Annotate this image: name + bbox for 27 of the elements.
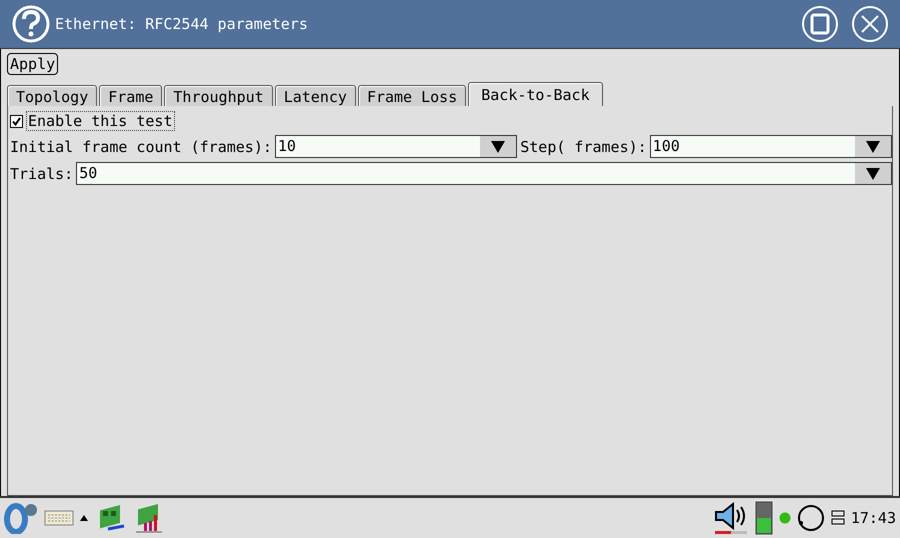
field-label: Trials:	[10, 164, 74, 182]
circle-icon[interactable]	[796, 504, 825, 532]
list-icon[interactable]	[830, 509, 845, 527]
checkbox-box[interactable]	[10, 114, 23, 128]
battery-icon	[754, 501, 773, 535]
window-title: Ethernet: RFC2544 parameters	[55, 15, 308, 33]
close-icon[interactable]	[850, 4, 890, 44]
apply-button[interactable]: Apply	[7, 53, 58, 75]
status-dot-icon	[778, 512, 791, 524]
tab[interactable]: Back-to-Back	[468, 82, 603, 107]
clock: 17:43	[850, 509, 896, 527]
up-arrow-icon[interactable]	[80, 515, 88, 521]
keyboard-icon[interactable]	[44, 510, 74, 526]
tab[interactable]: Topology	[7, 85, 98, 107]
dropdown-field[interactable]: 10	[274, 135, 518, 158]
speaker-icon[interactable]	[712, 502, 749, 534]
tab[interactable]: Latency	[274, 85, 356, 107]
help-icon[interactable]	[11, 4, 51, 44]
field-label: Step( frames):	[520, 138, 647, 156]
start-menu-icon[interactable]	[4, 502, 38, 534]
dropdown-field[interactable]: 50	[76, 162, 892, 185]
field-label: Initial frame count (frames):	[10, 138, 272, 156]
tab[interactable]: Frame	[99, 85, 162, 107]
dropdown-field[interactable]: 100	[650, 135, 892, 158]
tab[interactable]: Throughput	[164, 85, 273, 107]
tab[interactable]: Frame Loss	[358, 85, 466, 107]
maximize-icon[interactable]	[800, 4, 840, 44]
